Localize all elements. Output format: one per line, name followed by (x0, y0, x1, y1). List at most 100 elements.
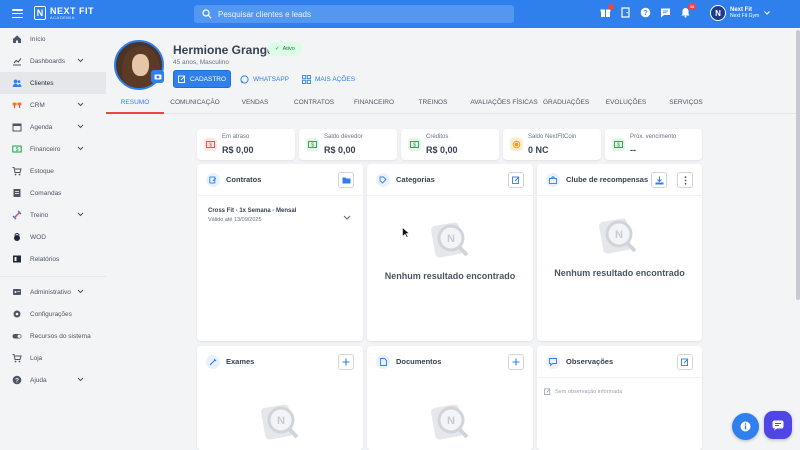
sidebar-item-wod[interactable]: WOD (0, 226, 106, 248)
cadastro-label: CADASTRO (189, 75, 227, 83)
sidebar-item-clientes[interactable]: Clientes (0, 72, 106, 94)
contract-item[interactable]: Cross Fit - 1x Semana - Mensal Válido at… (208, 208, 296, 223)
empty-state-illustration: N (599, 218, 637, 254)
summary-value: -- (630, 145, 636, 155)
more-actions-button[interactable]: MAIS AÇÕES (302, 70, 355, 88)
edit-categories-button[interactable] (508, 172, 524, 188)
exams-panel: Exames N (197, 346, 363, 450)
add-exam-button[interactable] (338, 354, 354, 370)
calendar-icon (12, 123, 22, 132)
dumbbell-icon (12, 210, 22, 220)
cadastro-button[interactable]: CADASTRO (173, 70, 231, 88)
panel-title: Exames (226, 357, 255, 366)
sidebar-item-label: Clientes (30, 79, 54, 87)
client-subtitle: 45 anos, Masculino (173, 59, 230, 66)
toggle-icon (12, 334, 22, 339)
notes-empty-text: Sem observação informada (555, 388, 623, 395)
sidebar-item-agenda[interactable]: Agenda (0, 116, 106, 138)
svg-text:?: ? (15, 377, 19, 384)
tab-servicos[interactable]: SERVIÇOS (664, 94, 708, 114)
chevron-down-icon[interactable] (343, 215, 351, 221)
sidebar-item-label: Administrativo (30, 288, 71, 296)
mouse-cursor-icon (402, 227, 410, 238)
kebab-icon (684, 175, 686, 185)
sidebar-item-financeiro[interactable]: $ Financeiro (0, 138, 106, 160)
sidebar-item-administrativo[interactable]: Administrativo (0, 281, 106, 303)
panel-title: Categorias (396, 175, 435, 184)
whatsapp-button[interactable]: WHATSAPP (240, 70, 289, 88)
tab-graduacoes[interactable]: GRADUAÇÕES (543, 94, 589, 114)
documents-panel: Documentos N (367, 346, 533, 450)
scrollbar[interactable] (796, 30, 800, 300)
add-document-button[interactable] (508, 354, 524, 370)
info-button[interactable] (732, 413, 759, 440)
rewards-action-button[interactable] (651, 172, 667, 188)
summary-card-credits: $ Créditos R$ 0,00 (401, 129, 499, 160)
svg-text:N: N (447, 233, 455, 245)
gift-icon[interactable] (600, 4, 614, 18)
kettlebell-icon (14, 233, 20, 241)
search-box[interactable] (194, 5, 514, 23)
folder-icon (342, 177, 350, 184)
camera-icon[interactable] (151, 70, 164, 83)
menu-icon[interactable] (12, 9, 23, 18)
tab-avaliacoes-fisicas[interactable]: AVALIAÇÕES FÍSICAS (466, 94, 542, 114)
contract-icon (206, 173, 220, 187)
edit-notes-button[interactable] (677, 354, 693, 370)
summary-card-overdue: $ Em atraso R$ 0,00 (197, 129, 295, 160)
sidebar-item-relatorios[interactable]: Relatórios (0, 248, 106, 270)
grid-icon (302, 74, 311, 84)
money-icon: $ (12, 145, 22, 153)
rewards-panel: Clube de recompensas N Nenhum resultado … (537, 164, 702, 341)
sidebar-item-recursos-do-sistema[interactable]: Recursos do sistema (0, 325, 106, 347)
sidebar-item-loja[interactable]: Loja (0, 347, 106, 369)
empty-state-illustration: N (431, 222, 469, 258)
client-name: Hermione Granger (173, 43, 279, 57)
download-icon (655, 176, 663, 184)
sidebar-item-label: Dashboards (30, 57, 66, 65)
chevron-down-icon (764, 11, 771, 15)
sidebar-item-inicio[interactable]: Início (0, 28, 106, 50)
tab-evolucoes[interactable]: EVOLUÇÕES (603, 94, 649, 114)
sidebar-item-label: WOD (30, 233, 46, 241)
folder-button[interactable] (338, 172, 354, 188)
sidebar-item-estoque[interactable]: Estoque (0, 160, 106, 182)
summary-card-coins: Saldo NextFitCoin 0 NC (503, 129, 601, 160)
chat-bubble-icon (772, 420, 784, 430)
gift-badge (608, 4, 614, 10)
svg-text:$: $ (311, 142, 314, 148)
home-icon (13, 35, 21, 43)
summary-label: Em atraso (222, 134, 250, 140)
sidebar-item-ajuda[interactable]: ? Ajuda (0, 369, 106, 391)
tab-comunicacao[interactable]: COMUNICAÇÃO (167, 94, 223, 114)
sidebar-item-comandas[interactable]: Comandas (0, 182, 106, 204)
user-menu[interactable]: N Next Fit Next Fit Gym (710, 5, 771, 21)
sidebar-item-dashboards[interactable]: Dashboards (0, 50, 106, 72)
money-icon: $ (306, 138, 319, 151)
tab-vendas[interactable]: VENDAS (236, 94, 274, 114)
empty-message: Nenhum resultado encontrado (384, 271, 516, 281)
tab-resumo[interactable]: RESUMO (106, 94, 164, 114)
whatsapp-label: WHATSAPP (253, 75, 289, 83)
status-label: Ativo (282, 46, 295, 52)
chat-icon[interactable] (660, 7, 671, 18)
tab-treinos[interactable]: TREINOS (413, 94, 453, 114)
support-chat-button[interactable] (764, 411, 792, 439)
door-icon[interactable] (620, 7, 631, 18)
help-circle-icon[interactable]: ? (640, 7, 651, 18)
tab-financeiro[interactable]: FINANCEIRO (350, 94, 398, 114)
chart-icon (13, 58, 22, 66)
brand-logo[interactable]: N NEXT FIT ACADEMIA (34, 6, 94, 20)
tab-contratos[interactable]: CONTRATOS (290, 94, 338, 114)
sidebar-item-treino[interactable]: Treino (0, 204, 106, 226)
chevron-down-icon (77, 377, 84, 382)
search-input[interactable] (218, 9, 498, 19)
status-badge: ✓ Ativo (268, 42, 302, 56)
sidebar-item-configuracoes[interactable]: Configurações (0, 303, 106, 325)
svg-text:?: ? (643, 10, 647, 17)
sidebar-item-crm[interactable]: CRM (0, 94, 106, 116)
tab-bar: RESUMO COMUNICAÇÃO VENDAS CONTRATOS FINANCEI… (106, 94, 800, 114)
bell-icon[interactable]: 38 (680, 3, 696, 18)
more-options-button[interactable] (677, 172, 693, 188)
sidebar-item-label: Recursos do sistema (30, 332, 91, 340)
